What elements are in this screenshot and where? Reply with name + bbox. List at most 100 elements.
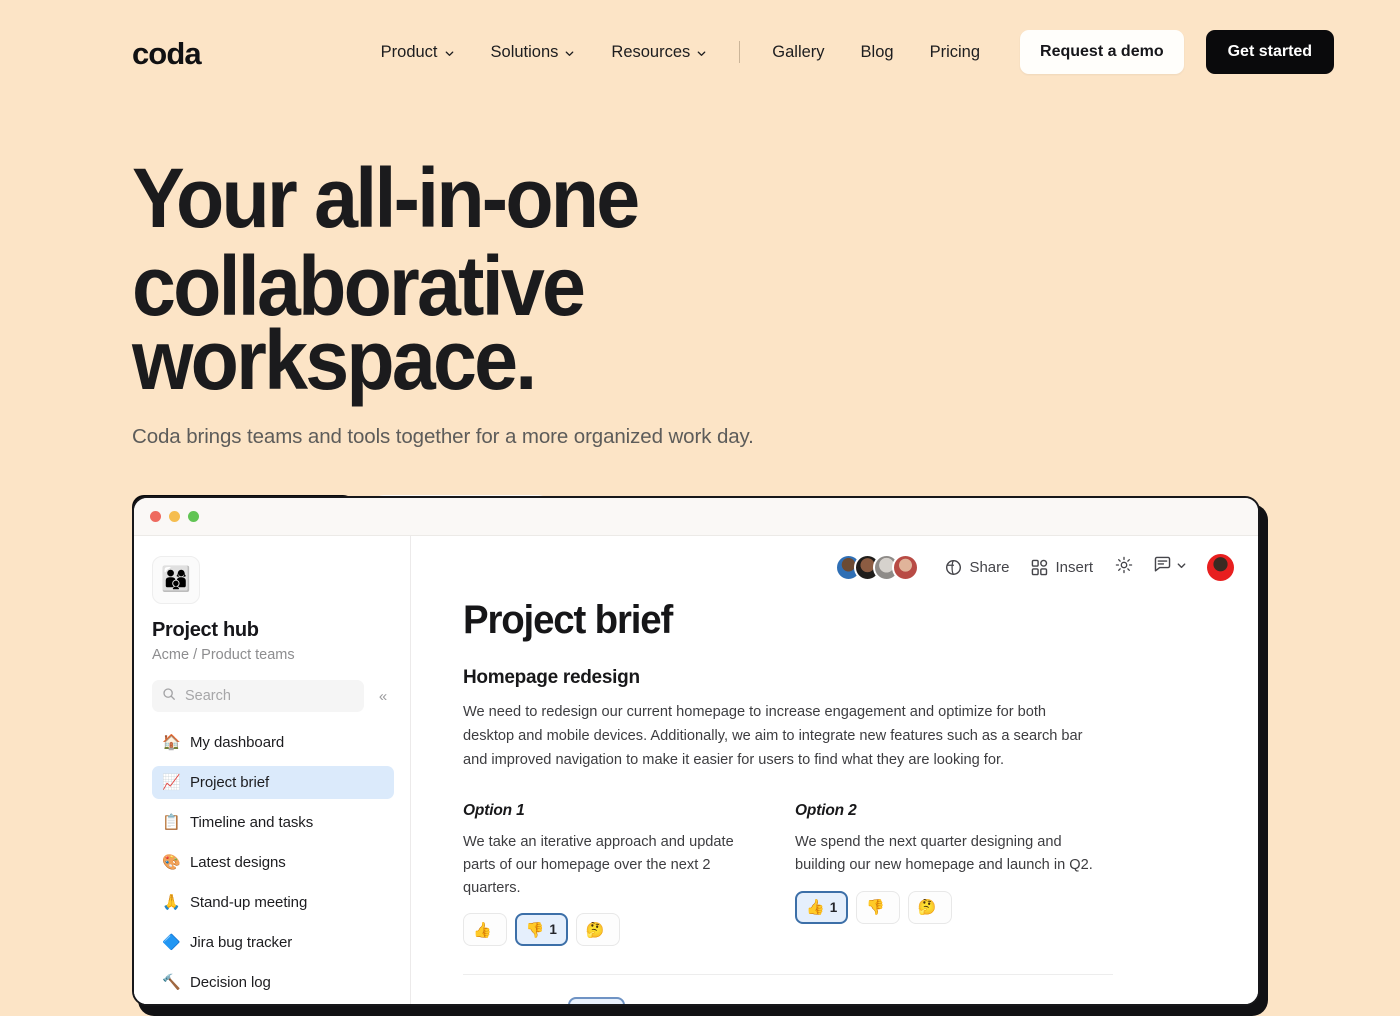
done-reading-row: Done reading 📖 1	[463, 997, 1218, 1006]
settings-button[interactable]	[1115, 556, 1133, 579]
sidebar-item-label: Stand-up meeting	[190, 894, 307, 911]
app-window: 👨‍👩‍👦 Project hub Acme / Product teams «…	[132, 496, 1260, 1006]
collapse-sidebar-icon[interactable]: «	[372, 685, 394, 707]
option-title: Option 2	[795, 802, 1127, 820]
chevron-down-icon	[444, 48, 455, 59]
breadcrumb: Acme / Product teams	[152, 647, 394, 663]
avatar[interactable]	[892, 554, 919, 581]
get-started-button[interactable]: Get started	[1206, 30, 1334, 74]
window-titlebar	[134, 498, 1258, 536]
hammer-icon: 🔨	[162, 975, 179, 990]
grid-icon	[1031, 559, 1048, 576]
sidebar-page-list: 🏠 My dashboard 📈 Project brief 📋 Timelin…	[152, 726, 394, 999]
hero-section: Your all-in-one collaborative workspace.…	[0, 104, 1400, 553]
document-pane: Share Insert	[411, 536, 1258, 1006]
house-icon: 🏠	[162, 735, 179, 750]
reaction-thumbs-up[interactable]: 👍	[463, 913, 507, 946]
comments-button[interactable]	[1153, 555, 1187, 579]
sidebar-item-latest-designs[interactable]: 🎨 Latest designs	[152, 846, 394, 879]
sidebar-item-jira-bug-tracker[interactable]: 🔷 Jira bug tracker	[152, 926, 394, 959]
nav-item-product-label: Product	[381, 43, 438, 62]
thinking-face-icon: 🤔	[586, 921, 605, 939]
globe-icon	[945, 559, 962, 576]
search-icon	[162, 687, 176, 706]
nav-divider	[739, 41, 740, 63]
reaction-thinking-face[interactable]: 🤔	[576, 913, 620, 946]
reaction-thinking-face[interactable]: 🤔	[908, 891, 952, 924]
page-title: Your all-in-one collaborative workspace.	[132, 162, 978, 398]
sidebar-item-project-brief[interactable]: 📈 Project brief	[152, 766, 394, 799]
gear-icon	[1115, 556, 1133, 579]
workspace-title: Project hub	[152, 619, 394, 642]
nav-links: Product Solutions Resources Gallery Blog…	[381, 35, 998, 70]
reaction-count: 1	[549, 922, 557, 937]
option-1-reactions: 👍 👎 1 🤔	[463, 913, 795, 946]
document-paragraph: We need to redesign our current homepage…	[463, 701, 1088, 772]
option-title: Option 1	[463, 802, 795, 820]
document-heading: Homepage redesign	[463, 667, 1218, 689]
option-2: Option 2 We spend the next quarter desig…	[795, 802, 1127, 946]
thumbs-up-icon: 👍	[806, 898, 825, 916]
sidebar-item-stand-up-meeting[interactable]: 🙏 Stand-up meeting	[152, 886, 394, 919]
sidebar-item-label: Jira bug tracker	[190, 934, 292, 951]
search-box[interactable]	[152, 680, 364, 712]
option-body: We spend the next quarter designing and …	[795, 831, 1095, 876]
insert-label: Insert	[1055, 559, 1093, 576]
nav-item-product[interactable]: Product	[381, 35, 473, 70]
close-window-icon[interactable]	[150, 511, 161, 522]
reaction-thumbs-down[interactable]: 👎	[856, 891, 900, 924]
workspace-people-icon: 👨‍👩‍👦	[152, 556, 200, 604]
minimize-window-icon[interactable]	[169, 511, 180, 522]
option-2-reactions: 👍 1 👎 🤔	[795, 891, 1127, 924]
sidebar-search-row: «	[152, 680, 394, 712]
divider	[463, 974, 1113, 975]
nav-item-blog[interactable]: Blog	[843, 35, 912, 70]
sidebar-item-label: Latest designs	[190, 854, 286, 871]
sidebar-item-label: My dashboard	[190, 734, 284, 751]
option-1: Option 1 We take an iterative approach a…	[463, 802, 795, 946]
user-avatar[interactable]	[1207, 554, 1234, 581]
thumbs-down-icon: 👎	[526, 921, 545, 939]
document-title: Project brief	[463, 598, 1188, 643]
sidebar-item-label: Timeline and tasks	[190, 814, 313, 831]
sidebar-item-decision-log[interactable]: 🔨 Decision log	[152, 966, 394, 999]
sidebar-item-timeline-and-tasks[interactable]: 📋 Timeline and tasks	[152, 806, 394, 839]
nav-item-resources-label: Resources	[611, 43, 690, 62]
options-row: Option 1 We take an iterative approach a…	[463, 802, 1218, 946]
chevron-down-icon	[564, 48, 575, 59]
document-content: Project brief Homepage redesign We need …	[411, 598, 1258, 1006]
sidebar-item-label: Decision log	[190, 974, 271, 991]
request-demo-button[interactable]: Request a demo	[1020, 30, 1184, 74]
maximize-window-icon[interactable]	[188, 511, 199, 522]
reaction-thumbs-down[interactable]: 👎 1	[515, 913, 568, 946]
nav-actions: Request a demo Get started	[998, 30, 1334, 74]
done-reading-chip[interactable]: 📖 1	[568, 997, 625, 1006]
reaction-thumbs-up[interactable]: 👍 1	[795, 891, 848, 924]
nav-item-gallery[interactable]: Gallery	[754, 35, 842, 70]
hero-subheadline: Coda brings teams and tools together for…	[132, 425, 1268, 449]
nav-item-solutions-label: Solutions	[491, 43, 559, 62]
app-sidebar: 👨‍👩‍👦 Project hub Acme / Product teams «…	[134, 536, 411, 1006]
jira-diamond-icon: 🔷	[162, 935, 179, 950]
headline-line-2: collaborative workspace.	[132, 250, 978, 398]
thumbs-down-icon: 👎	[866, 898, 885, 916]
headline-line-1: Your all-in-one	[132, 151, 637, 245]
share-button[interactable]: Share	[945, 559, 1009, 576]
nav-item-resources[interactable]: Resources	[593, 35, 725, 70]
praying-hands-icon: 🙏	[162, 895, 179, 910]
sidebar-item-my-dashboard[interactable]: 🏠 My dashboard	[152, 726, 394, 759]
chevron-down-icon	[1176, 558, 1187, 576]
thumbs-up-icon: 👍	[473, 921, 492, 939]
nav-item-pricing[interactable]: Pricing	[912, 35, 998, 70]
comment-icon	[1153, 555, 1172, 579]
document-toolbar: Share Insert	[411, 536, 1258, 598]
sidebar-item-label: Project brief	[190, 774, 269, 791]
nav-item-solutions[interactable]: Solutions	[473, 35, 594, 70]
search-input[interactable]	[185, 688, 354, 704]
option-body: We take an iterative approach and update…	[463, 831, 763, 899]
figma-icon: 🎨	[162, 855, 179, 870]
collaborator-avatars	[835, 554, 919, 581]
chevron-down-icon	[696, 48, 707, 59]
insert-button[interactable]: Insert	[1031, 559, 1093, 576]
coda-logo[interactable]: coda	[132, 38, 201, 69]
